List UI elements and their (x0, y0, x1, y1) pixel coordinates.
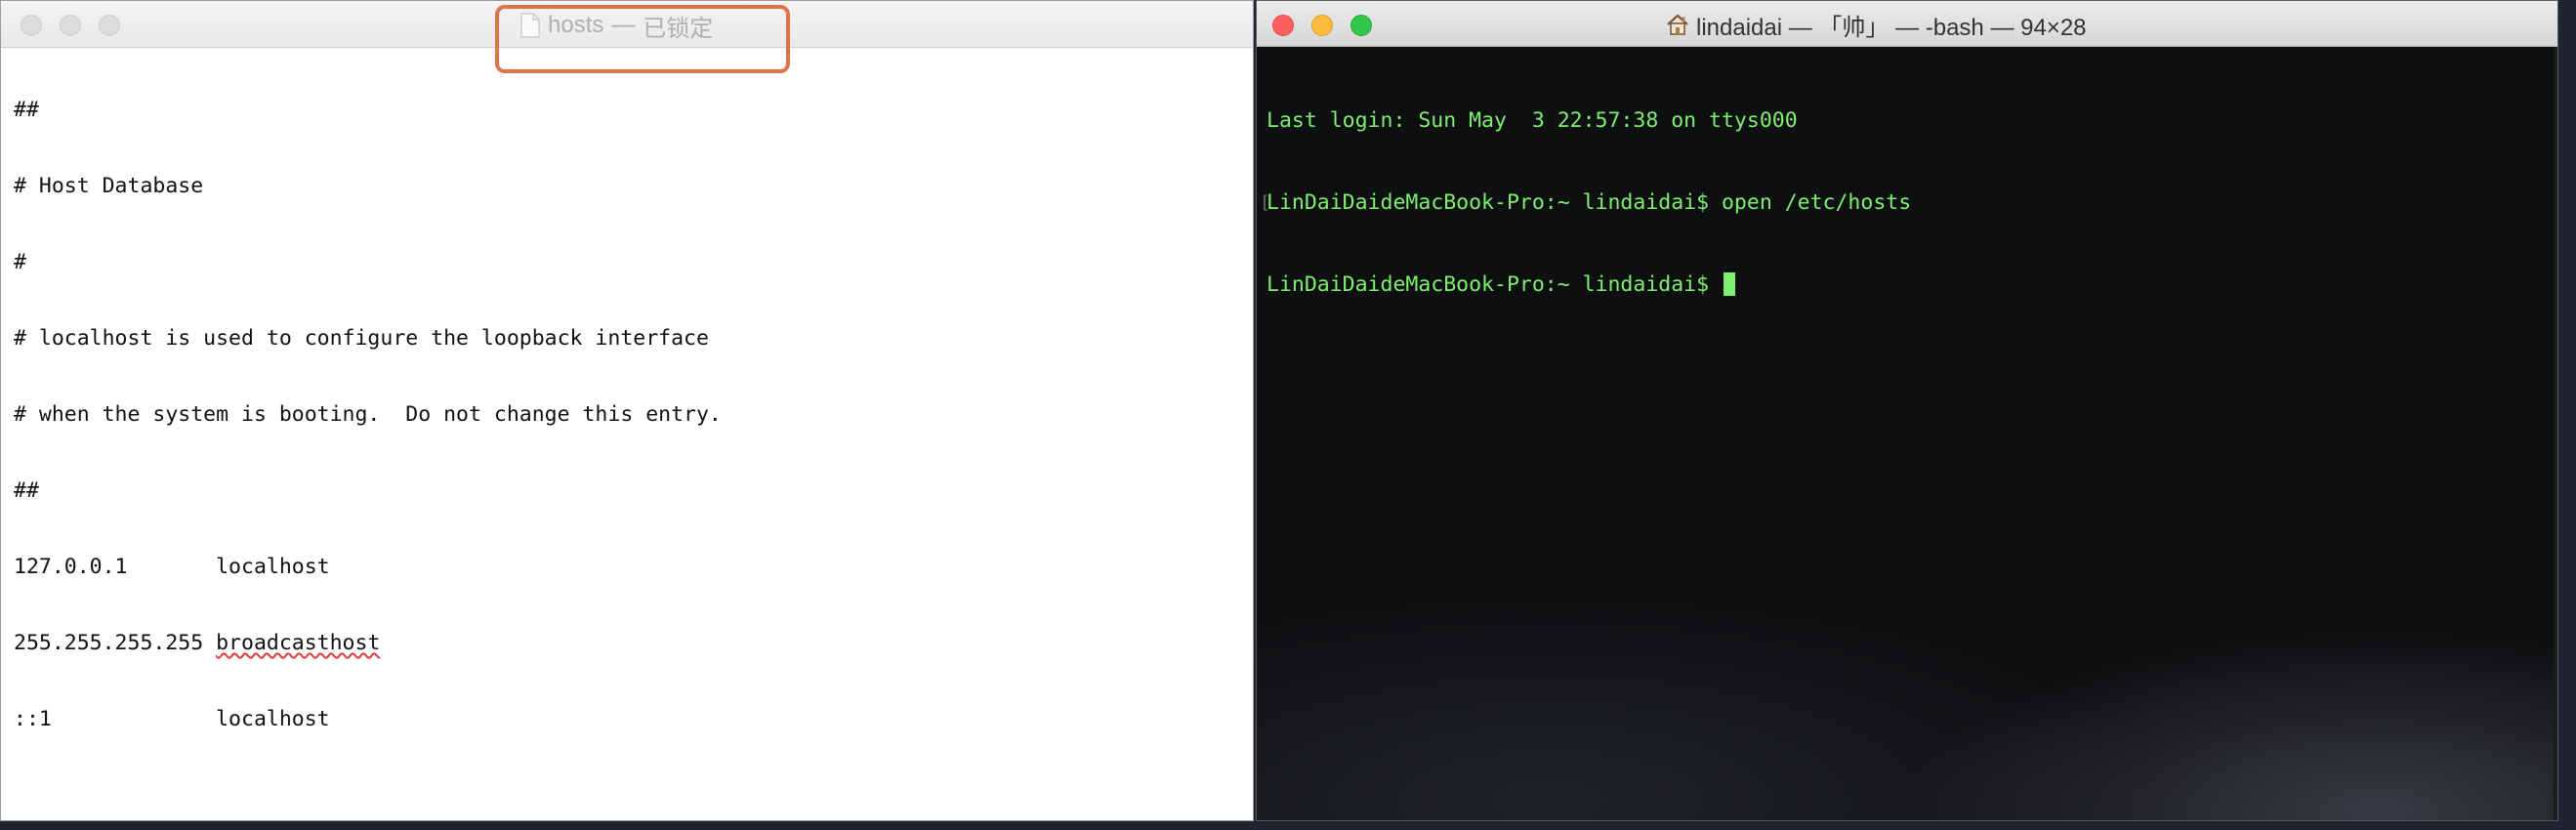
hosts-line: # (14, 250, 26, 274)
misspelled-word: broadcasthost (216, 631, 381, 655)
minimize-button[interactable] (60, 15, 81, 36)
terminal-titlebar[interactable]: lindaidai — 「帅」 — -bash — 94×28 (1257, 1, 2557, 47)
scroll-edge[interactable] (2554, 47, 2557, 820)
zoom-button[interactable] (99, 15, 120, 36)
terminal-window: lindaidai — 「帅」 — -bash — 94×28 Last log… (1256, 0, 2558, 821)
terminal-prompt-line[interactable]: LinDaiDaideMacBook-Pro:~ lindaidai$ (1267, 271, 2538, 299)
hosts-line: 255.255.255.255 broadcasthost (14, 631, 1243, 656)
hosts-line: # when the system is booting. Do not cha… (14, 402, 722, 427)
terminal-title-text: lindaidai — 「帅」 — -bash — 94×28 (1696, 14, 2087, 41)
cursor-icon (1724, 272, 1735, 296)
hosts-line: ## (14, 98, 39, 122)
close-button[interactable] (1272, 15, 1294, 36)
textedit-window: hosts — 已锁定 ## # Host Database # # local… (0, 0, 1254, 821)
hosts-line: # Host Database (14, 174, 204, 198)
terminal-prompt: LinDaiDaideMacBook-Pro:~ lindaidai$ (1267, 272, 1722, 297)
line-mark-icon: [ (1260, 192, 1270, 213)
close-button[interactable] (21, 15, 42, 36)
hosts-line: ## (14, 478, 39, 503)
document-text-area[interactable]: ## # Host Database # # localhost is used… (14, 47, 1243, 783)
terminal-title: lindaidai — 「帅」 — -bash — 94×28 (1665, 10, 2087, 41)
terminal-output[interactable]: Last login: Sun May 3 22:57:38 on ttys00… (1260, 53, 2538, 353)
hosts-line: ::1 localhost (14, 707, 330, 731)
minimize-button[interactable] (1311, 15, 1333, 36)
hosts-line: # localhost is used to configure the loo… (14, 326, 709, 351)
hosts-line: 127.0.0.1 localhost (14, 555, 330, 579)
terminal-line: [LinDaiDaideMacBook-Pro:~ lindaidai$ ope… (1260, 189, 2538, 217)
home-icon (1665, 12, 1690, 37)
zoom-button[interactable] (1350, 15, 1372, 36)
terminal-line-text: LinDaiDaideMacBook-Pro:~ lindaidai$ open… (1267, 190, 1912, 215)
terminal-line: Last login: Sun May 3 22:57:38 on ttys00… (1267, 108, 1798, 133)
hosts-ip: 255.255.255.255 (14, 631, 217, 655)
